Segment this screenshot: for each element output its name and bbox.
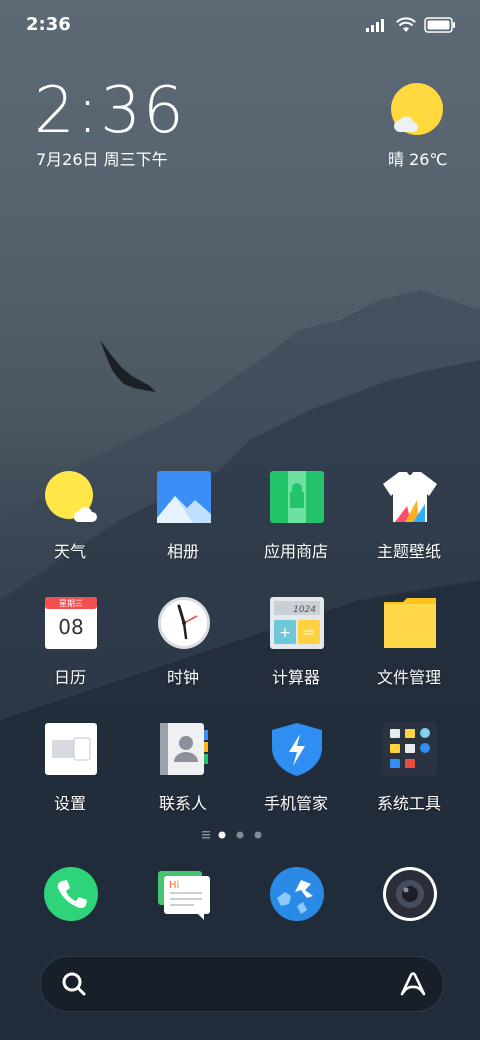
app-label: 相册 [166, 542, 199, 561]
app-label: 联系人 [158, 794, 207, 813]
app-label: 主题壁纸 [376, 542, 441, 561]
page-dot-active [218, 831, 226, 839]
app-system-tools-folder[interactable]: 系统工具 [359, 722, 459, 832]
app-calendar[interactable]: 星期三 08 日历 [20, 596, 120, 706]
clock-icon [158, 597, 210, 649]
contacts-icon [160, 723, 208, 775]
wifi-icon [396, 17, 416, 32]
app-label: 时钟 [166, 668, 199, 687]
app-security[interactable]: 手机管家 [246, 722, 346, 832]
clock-widget-time[interactable]: 2:36 [34, 74, 186, 148]
app-settings[interactable]: 设置 [20, 722, 120, 832]
app-label: 应用商店 [263, 542, 328, 561]
themes-icon [383, 472, 437, 522]
svg-text:+: + [279, 625, 291, 641]
gallery-icon [157, 471, 211, 523]
assistant-icon[interactable] [399, 971, 427, 997]
app-themes[interactable]: 主题壁纸 [359, 470, 459, 580]
eagle-silhouette [100, 340, 156, 392]
calendar-day: 08 [58, 615, 83, 639]
status-icons [366, 16, 456, 34]
weather-icon [45, 471, 97, 522]
status-time: 2:36 [26, 14, 71, 35]
security-icon [272, 723, 322, 776]
page-dot [236, 831, 244, 839]
calculator-icon: 1024 + = [270, 597, 324, 649]
weather-summary[interactable]: 晴 26℃ [388, 146, 447, 170]
app-weather[interactable]: 天气 [20, 470, 120, 580]
svg-text:=: = [303, 625, 315, 641]
settings-icon [45, 723, 97, 775]
search-icon[interactable] [61, 971, 87, 997]
signal-icon [366, 19, 384, 32]
page-indicator[interactable] [198, 828, 278, 842]
weather-sun-icon[interactable] [390, 82, 444, 136]
browser-icon[interactable] [269, 866, 325, 922]
calculator-display: 1024 [293, 605, 316, 615]
app-store-icon [270, 471, 324, 523]
system-tools-folder-icon [383, 722, 437, 776]
app-clock[interactable]: 时钟 [133, 596, 233, 706]
list-page-icon [202, 831, 210, 839]
phone-icon[interactable] [43, 866, 99, 922]
status-bar: 2:36 [0, 0, 480, 50]
app-contacts[interactable]: 联系人 [133, 722, 233, 832]
app-label: 文件管理 [376, 668, 441, 687]
app-gallery[interactable]: 相册 [133, 470, 233, 580]
app-label: 日历 [53, 668, 86, 687]
app-label: 设置 [53, 794, 86, 813]
clock-widget-date[interactable]: 7月26日 周三下午 [36, 146, 168, 170]
page-dot [254, 831, 262, 839]
app-label: 天气 [53, 542, 86, 561]
calendar-icon: 星期三 08 [45, 597, 97, 649]
camera-icon[interactable] [382, 866, 438, 922]
folder-icon [384, 598, 436, 648]
battery-icon [424, 17, 455, 33]
app-label: 系统工具 [376, 794, 441, 813]
messages-app[interactable]: Hi [156, 866, 212, 922]
app-file-manager[interactable]: 文件管理 [359, 596, 459, 706]
app-label: 计算器 [271, 668, 320, 687]
messages-icon: Hi [158, 871, 210, 920]
messages-hi-text: Hi [169, 880, 179, 891]
app-calculator[interactable]: 1024 + = 计算器 [246, 596, 346, 706]
calendar-weekday: 星期三 [59, 599, 83, 608]
app-label: 手机管家 [263, 794, 328, 813]
search-bar[interactable] [40, 956, 444, 1012]
app-app-store[interactable]: 应用商店 [246, 470, 346, 580]
